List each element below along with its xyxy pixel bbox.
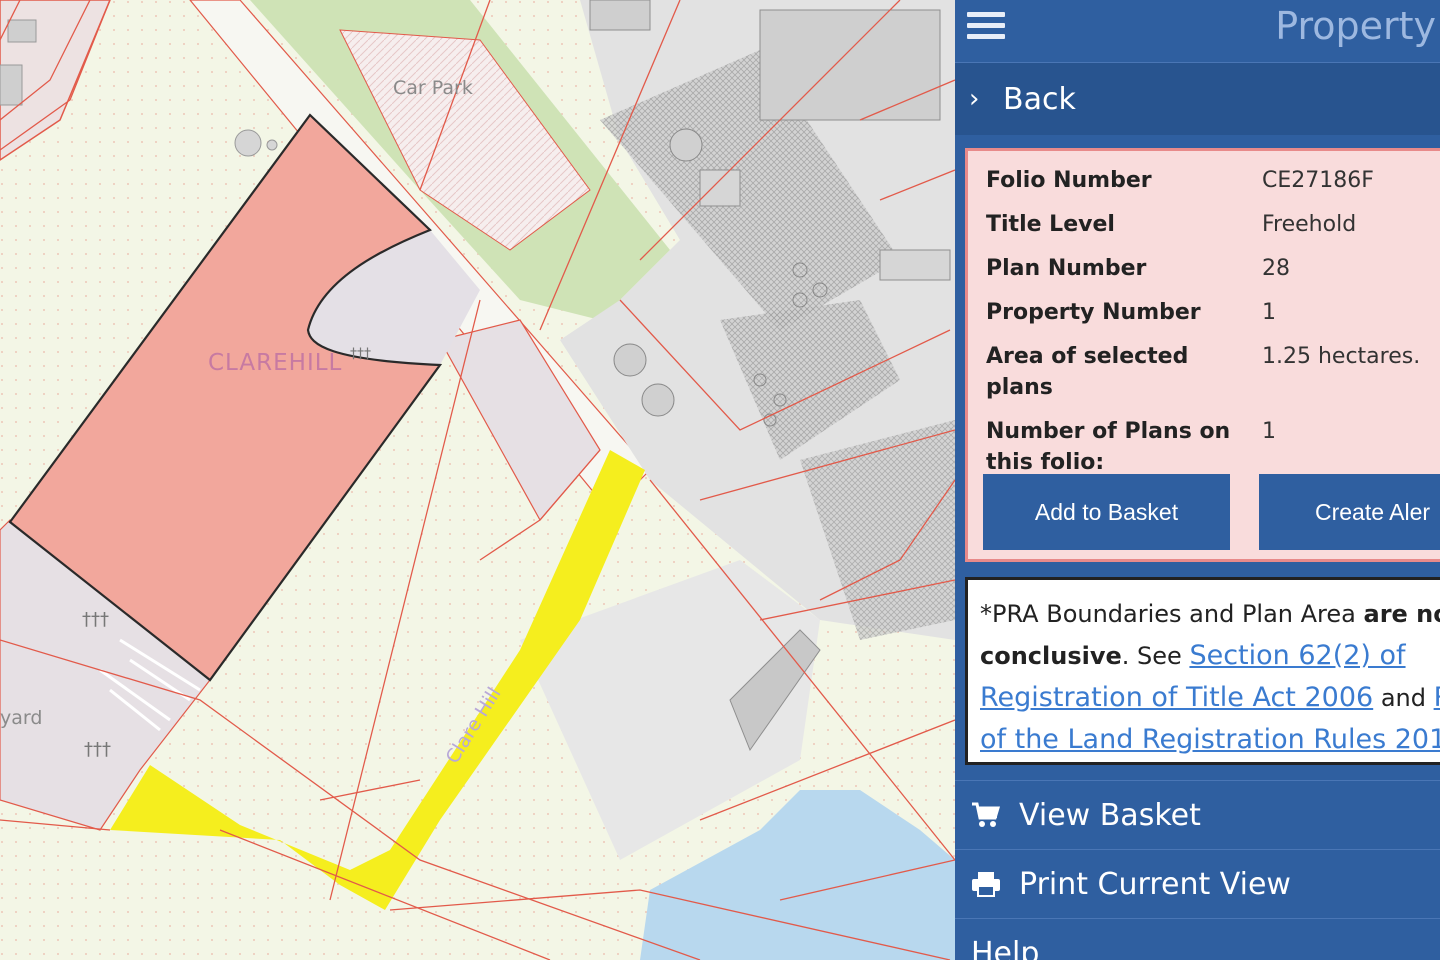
tank (641, 383, 675, 417)
title-act-link[interactable]: Registration of Title Act 2006 (980, 682, 1373, 713)
property-panel: Property › Back Folio Number CE27186F Titl… (955, 0, 1440, 960)
folio-value: 28 (1262, 256, 1290, 281)
folio-value: Freehold (1262, 212, 1357, 237)
help-item[interactable]: Help (955, 918, 1440, 960)
cart-icon (971, 802, 1005, 828)
notice-intro: *PRA Boundaries and Plan Area (980, 600, 1364, 628)
panel-title: Property (1275, 4, 1436, 48)
yard-label: yard (0, 707, 42, 729)
grave-symbol: ††† (350, 346, 371, 362)
folio-value: 1 (1262, 419, 1276, 444)
house (0, 64, 23, 106)
print-view-item[interactable]: Print Current View (955, 849, 1440, 918)
folio-key: Plan Number (986, 256, 1147, 281)
folio-key: Folio Number (986, 168, 1152, 193)
folio-value: 1 (1262, 300, 1276, 325)
folio-row: Plan Number 28 (986, 253, 1440, 284)
tree-marker (234, 129, 262, 157)
add-to-basket-button[interactable]: Add to Basket (983, 474, 1230, 550)
menu-icon[interactable] (967, 12, 1005, 42)
folio-key: Number of Plans on this folio: (986, 419, 1231, 475)
car-park-label: Car Park (393, 77, 473, 99)
section-62-link[interactable]: Section 62(2) of (1189, 640, 1405, 671)
create-alert-button[interactable]: Create Aler (1259, 474, 1440, 550)
folio-row: Area of selected plans 1.25 hectares. (986, 341, 1440, 403)
tank (669, 128, 703, 162)
house (7, 19, 37, 43)
clarehill-label: CLAREHILL (208, 350, 342, 376)
grave-symbol: ††† (84, 739, 111, 760)
folio-key: Property Number (986, 300, 1201, 325)
folio-value: CE27186F (1262, 168, 1374, 193)
folio-key: Area of selected plans (986, 344, 1189, 400)
folio-row: Number of Plans on this folio: 1 (986, 416, 1440, 478)
building (699, 169, 741, 207)
map-canvas[interactable]: ††† ††† ††† Car Park CLAREHILL yard Clar… (0, 0, 955, 960)
map-view[interactable]: ††† ††† ††† Car Park CLAREHILL yard Clar… (0, 0, 955, 960)
folio-row: Folio Number CE27186F (986, 165, 1440, 196)
folio-row: Title Level Freehold (986, 209, 1440, 240)
notice-see: . See (1121, 642, 1190, 670)
registration-rules-link[interactable]: of the Land Registration Rules 201 (980, 724, 1440, 755)
tank (613, 343, 647, 377)
help-label: Help (971, 935, 1040, 960)
back-button[interactable]: › Back (955, 62, 1440, 135)
panel-topbar: Property (955, 0, 1440, 62)
building (879, 249, 951, 281)
print-view-label: Print Current View (1019, 866, 1291, 902)
folio-key: Title Level (986, 212, 1115, 237)
back-label: Back (1003, 81, 1076, 117)
view-basket-item[interactable]: View Basket (955, 780, 1440, 849)
folio-value: 1.25 hectares. (1262, 344, 1421, 369)
tree-marker (266, 139, 278, 151)
building (589, 0, 651, 31)
boundary-notice: *PRA Boundaries and Plan Area are not co… (965, 577, 1440, 765)
building (759, 9, 941, 121)
notice-bold-1: are not (1363, 600, 1440, 628)
folio-info-card: Folio Number CE27186F Title Level Freehold P… (965, 148, 1440, 562)
chevron-right-icon: › (969, 84, 980, 114)
rules-link[interactable]: Ru (1434, 682, 1440, 713)
view-basket-label: View Basket (1019, 797, 1201, 833)
notice-and: and (1373, 684, 1434, 712)
folio-row: Property Number 1 (986, 297, 1440, 328)
printer-icon (971, 871, 1005, 897)
notice-bold-2: conclusive (980, 642, 1122, 670)
grave-symbol: ††† (82, 609, 109, 630)
